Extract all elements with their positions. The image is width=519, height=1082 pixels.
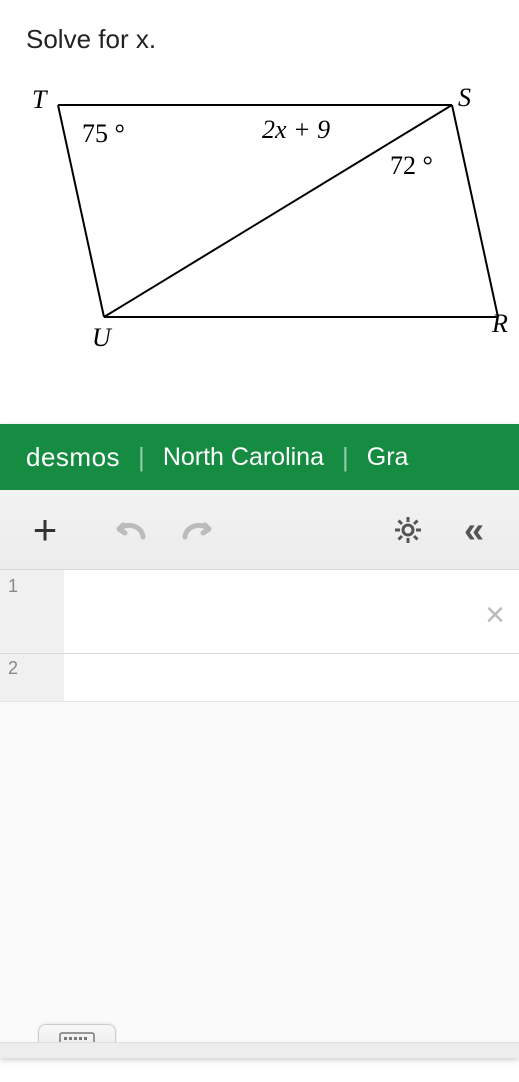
expression-list: 1 × 2	[0, 570, 519, 702]
vertex-R: R	[492, 309, 508, 339]
vertex-T: T	[32, 85, 46, 115]
brand-logo: desmos	[26, 442, 120, 473]
problem-title: Solve for x.	[26, 24, 499, 55]
expression-input[interactable]	[64, 570, 519, 653]
desmos-calculator: desmos | North Carolina | Gra + «	[0, 424, 519, 1058]
undo-icon	[111, 515, 151, 545]
gear-icon	[393, 515, 423, 545]
expression-row[interactable]: 1 ×	[0, 570, 519, 654]
settings-button[interactable]	[375, 502, 441, 558]
add-expression-button[interactable]: +	[12, 502, 78, 558]
delete-expression-button[interactable]: ×	[485, 596, 505, 635]
undo-button[interactable]	[98, 502, 164, 558]
header-divider: |	[138, 442, 145, 473]
header-tail: Gra	[367, 443, 409, 472]
toolbar: + «	[0, 490, 519, 570]
header-state: North Carolina	[163, 443, 324, 472]
expression-number: 2	[0, 654, 64, 701]
angle-S-label: 72 °	[390, 151, 433, 181]
calculator-header: desmos | North Carolina | Gra	[0, 424, 519, 490]
redo-icon	[177, 515, 217, 545]
expression-number: 1	[0, 570, 64, 653]
angle-T-label: 75 °	[82, 119, 125, 149]
problem-area: Solve for x. T S U R 75 ° 2x + 9 72 °	[0, 0, 519, 424]
geometry-figure: T S U R 75 ° 2x + 9 72 °	[26, 85, 506, 365]
vertex-S: S	[458, 83, 471, 113]
collapse-button[interactable]: «	[441, 502, 507, 558]
graph-area[interactable]	[0, 702, 519, 1058]
expression-SU: 2x + 9	[262, 115, 330, 145]
redo-button[interactable]	[164, 502, 230, 558]
expression-row[interactable]: 2	[0, 654, 519, 702]
vertex-U: U	[92, 323, 111, 353]
expression-input[interactable]	[64, 654, 519, 701]
bottom-bar	[0, 1042, 519, 1058]
header-divider: |	[342, 442, 349, 473]
